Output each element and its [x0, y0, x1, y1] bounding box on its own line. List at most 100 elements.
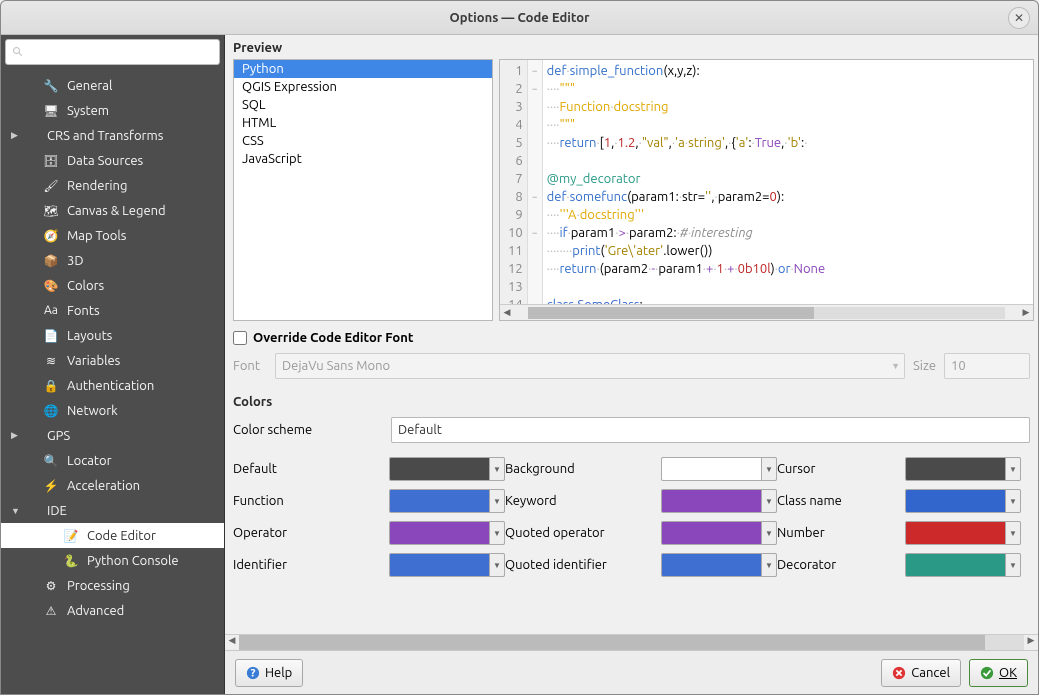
font-size-label: Size	[913, 359, 936, 373]
sidebar-item-colors[interactable]: 🎨Colors	[1, 273, 224, 298]
color-swatch[interactable]: ▼	[661, 521, 777, 545]
chevron-down-icon[interactable]: ▼	[761, 521, 777, 545]
sidebar-item-3d[interactable]: 📦3D	[1, 248, 224, 273]
sidebar-item-crs-and-transforms[interactable]: ▶CRS and Transforms	[1, 123, 224, 148]
chevron-down-icon[interactable]: ▼	[489, 553, 505, 577]
sidebar-item-gps[interactable]: ▶GPS	[1, 423, 224, 448]
sidebar-item-label: Processing	[67, 579, 130, 593]
sidebar-item-python-console[interactable]: 🐍Python Console	[1, 548, 224, 573]
color-swatch[interactable]: ▼	[661, 457, 777, 481]
sidebar-item-network[interactable]: 🌐Network	[1, 398, 224, 423]
language-item[interactable]: CSS	[234, 132, 492, 150]
sidebar-item-locator[interactable]: 🔍Locator	[1, 448, 224, 473]
color-swatch[interactable]: ▼	[905, 553, 1021, 577]
chevron-down-icon[interactable]: ▼	[489, 521, 505, 545]
color-label: Number	[777, 526, 905, 540]
sidebar-item-system[interactable]: 🖥 System	[1, 98, 224, 123]
close-icon[interactable]: ✕	[1008, 7, 1030, 29]
color-swatch[interactable]: ▼	[389, 457, 505, 481]
chevron-down-icon[interactable]: ▼	[1005, 457, 1021, 481]
color-label: Quoted operator	[505, 526, 661, 540]
font-family-combo: DejaVu Sans Mono▼	[275, 353, 905, 379]
ok-icon	[980, 666, 994, 680]
sidebar-item-label: Network	[67, 404, 118, 418]
color-swatch[interactable]: ▼	[389, 489, 505, 513]
font-size-field: 10	[944, 353, 1030, 379]
override-font-label: Override Code Editor Font	[253, 331, 413, 345]
sidebar-item-data-sources[interactable]: 🗄Data Sources	[1, 148, 224, 173]
sidebar-item-label: Map Tools	[67, 229, 126, 243]
sidebar-item-layouts[interactable]: 📄Layouts	[1, 323, 224, 348]
color-scheme-label: Color scheme	[233, 423, 383, 437]
color-label: Keyword	[505, 494, 661, 508]
ok-button[interactable]: OK	[969, 659, 1028, 687]
nav-icon: 🖥	[43, 103, 59, 119]
nav-icon	[23, 128, 39, 144]
chevron-down-icon[interactable]: ▼	[761, 457, 777, 481]
color-swatch[interactable]: ▼	[389, 521, 505, 545]
sidebar-item-label: Acceleration	[67, 479, 140, 493]
sidebar-item-processing[interactable]: ⚙Processing	[1, 573, 224, 598]
sidebar-item-label: CRS and Transforms	[47, 129, 163, 143]
sidebar-item-label: Advanced	[67, 604, 124, 618]
sidebar-item-general[interactable]: 🔧General	[1, 73, 224, 98]
sidebar-item-label: System	[67, 104, 109, 118]
language-list[interactable]: PythonQGIS ExpressionSQLHTMLCSSJavaScrip…	[233, 59, 493, 321]
sidebar-item-label: Fonts	[67, 304, 100, 318]
color-label: Identifier	[233, 558, 389, 572]
cancel-button[interactable]: Cancel	[881, 659, 961, 687]
content-hscrollbar[interactable]: ◀▶	[225, 634, 1038, 650]
cancel-icon	[892, 666, 906, 680]
color-label: Quoted identifier	[505, 558, 661, 572]
chevron-down-icon[interactable]: ▼	[489, 457, 505, 481]
chevron-down-icon[interactable]: ▼	[1005, 489, 1021, 513]
sidebar-item-canvas-legend[interactable]: 🗺Canvas & Legend	[1, 198, 224, 223]
language-item[interactable]: JavaScript	[234, 150, 492, 168]
svg-text:?: ?	[251, 666, 256, 679]
color-label: Class name	[777, 494, 905, 508]
sidebar-item-acceleration[interactable]: ⚡Acceleration	[1, 473, 224, 498]
chevron-down-icon[interactable]: ▼	[489, 489, 505, 513]
sidebar-item-label: Colors	[67, 279, 104, 293]
language-item[interactable]: SQL	[234, 96, 492, 114]
color-swatch[interactable]: ▼	[389, 553, 505, 577]
sidebar-item-label: General	[67, 79, 112, 93]
sidebar-item-authentication[interactable]: 🔒Authentication	[1, 373, 224, 398]
sidebar-item-map-tools[interactable]: 🧭 Map Tools	[1, 223, 224, 248]
language-item[interactable]: QGIS Expression	[234, 78, 492, 96]
code-hscrollbar[interactable]: ◀▶	[500, 304, 1033, 320]
color-swatch[interactable]: ▼	[905, 489, 1021, 513]
chevron-down-icon[interactable]: ▼	[1005, 521, 1021, 545]
nav-icon: 🔒	[43, 378, 59, 394]
sidebar-item-advanced[interactable]: ⚠Advanced	[1, 598, 224, 623]
search-input-wrap[interactable]	[5, 39, 220, 65]
language-item[interactable]: Python	[234, 60, 492, 78]
nav-icon: 🖌	[43, 178, 59, 194]
sidebar-item-code-editor[interactable]: 📝Code Editor	[1, 523, 224, 548]
color-label: Background	[505, 462, 661, 476]
override-font-checkbox[interactable]	[233, 331, 247, 345]
nav-icon: 📦	[43, 253, 59, 269]
chevron-down-icon[interactable]: ▼	[761, 553, 777, 577]
help-icon: ?	[246, 666, 260, 680]
color-swatch[interactable]: ▼	[905, 521, 1021, 545]
sidebar-item-label: Python Console	[87, 554, 179, 568]
sidebar-item-variables[interactable]: ≋Variables	[1, 348, 224, 373]
nav-icon	[23, 428, 39, 444]
color-swatch[interactable]: ▼	[661, 553, 777, 577]
sidebar-item-label: Locator	[67, 454, 112, 468]
sidebar-item-rendering[interactable]: 🖌Rendering	[1, 173, 224, 198]
color-swatch[interactable]: ▼	[905, 457, 1021, 481]
font-label: Font	[233, 359, 267, 373]
help-button[interactable]: ? Help	[235, 659, 303, 687]
color-swatch[interactable]: ▼	[661, 489, 777, 513]
search-input[interactable]	[28, 45, 213, 59]
nav-icon: 📄	[43, 328, 59, 344]
nav-icon: 🧭	[43, 228, 59, 244]
sidebar-item-ide[interactable]: ▼IDE	[1, 498, 224, 523]
color-scheme-combo[interactable]: Default	[391, 417, 1030, 443]
sidebar-item-fonts[interactable]: AaFonts	[1, 298, 224, 323]
chevron-down-icon[interactable]: ▼	[761, 489, 777, 513]
chevron-down-icon[interactable]: ▼	[1005, 553, 1021, 577]
language-item[interactable]: HTML	[234, 114, 492, 132]
